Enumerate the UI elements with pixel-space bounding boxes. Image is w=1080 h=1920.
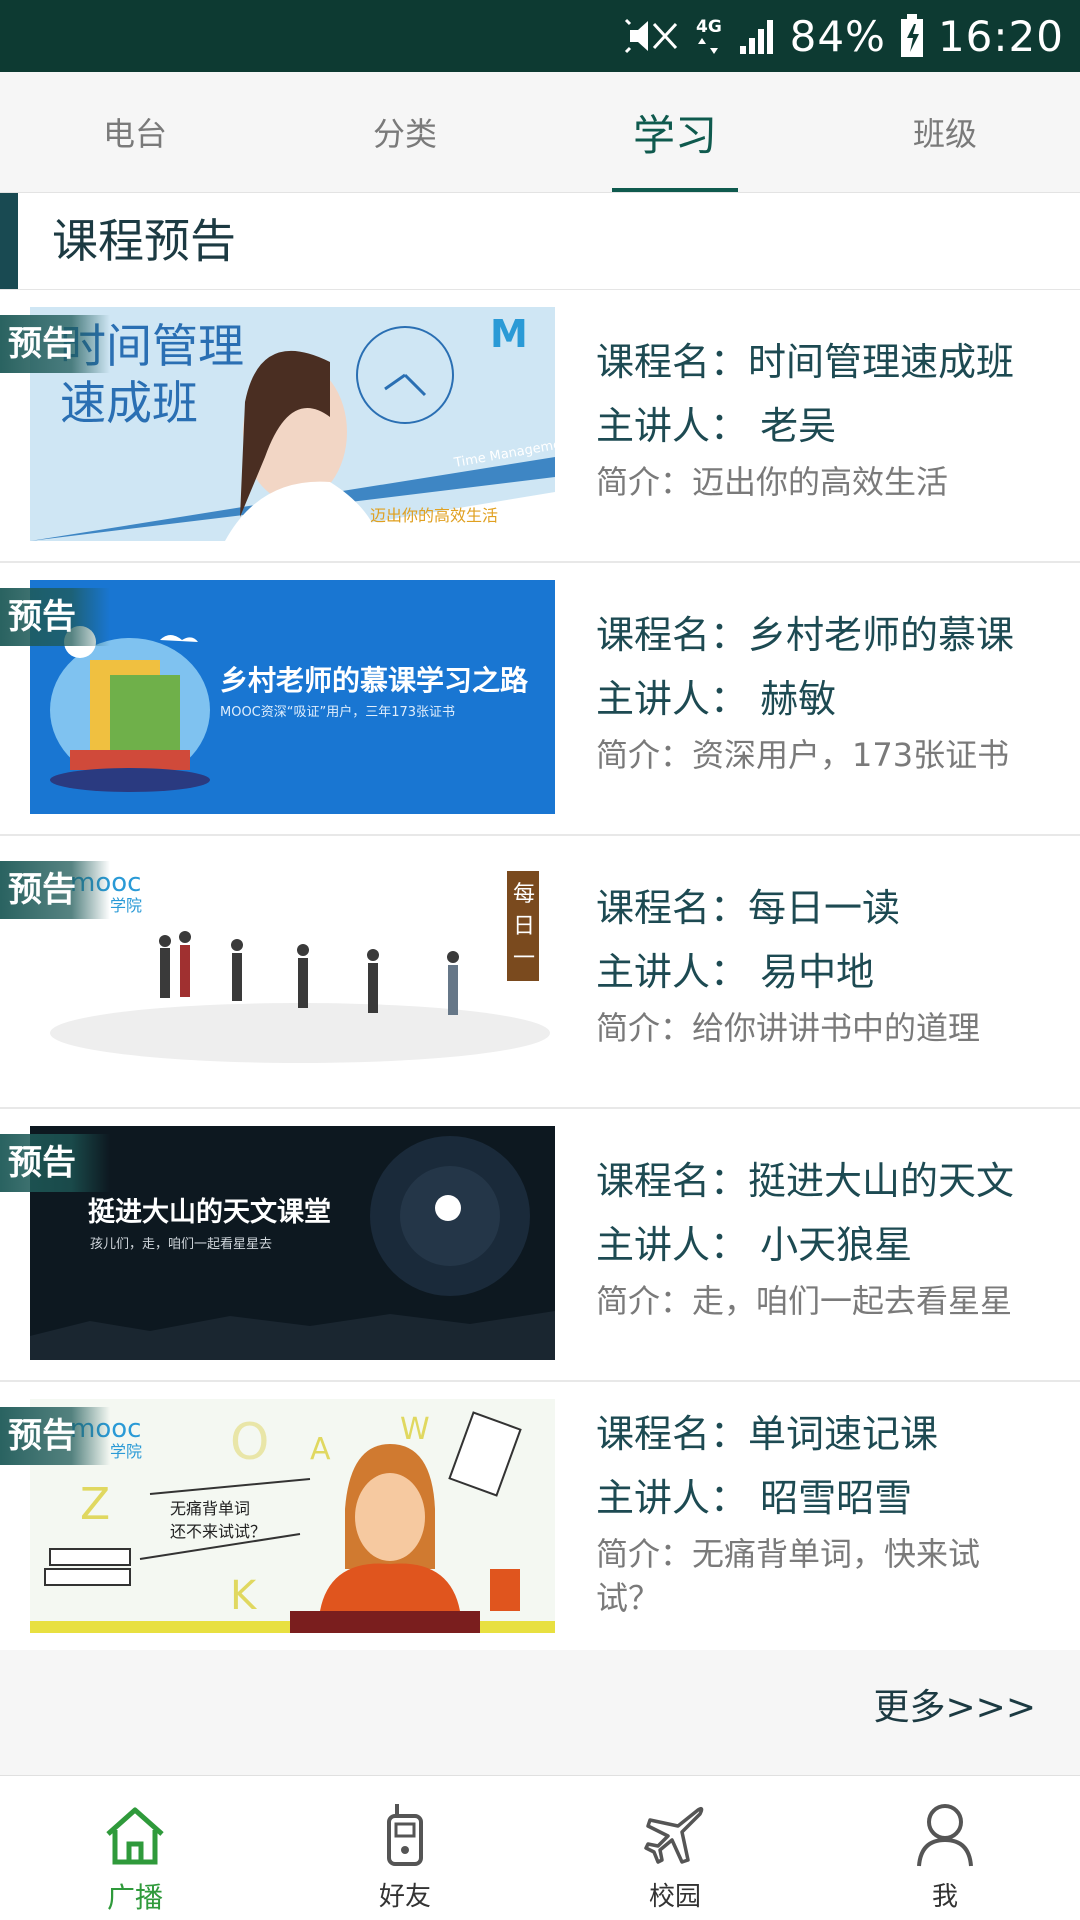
home-icon bbox=[106, 1807, 164, 1865]
svg-text:A: A bbox=[310, 1432, 331, 1467]
course-teacher: 主讲人： 赫敏 bbox=[596, 677, 837, 721]
course-name: 课程名：挺进大山的天文 bbox=[596, 1159, 1015, 1203]
course-item[interactable]: 时间管理 速成班 M Time Management 迈出你的高效生活 预告 课… bbox=[0, 290, 1080, 563]
nav-label: 我 bbox=[931, 1882, 958, 1912]
course-item[interactable]: 乡村老师的慕课学习之路 MOOC资深“吸证”用户，三年173张证书 预告 课程名… bbox=[0, 563, 1080, 836]
course-teacher: 主讲人： 小天狼星 bbox=[596, 1223, 913, 1267]
course-name: 课程名：乡村老师的慕课 bbox=[596, 613, 1015, 657]
course-item[interactable]: mooc 学院 O A W Z K 无痛背单词 还不来试试？ 预告 bbox=[0, 1382, 1080, 1655]
nav-me[interactable]: 我 bbox=[810, 1776, 1080, 1920]
section-header: 课程预告 bbox=[0, 193, 1080, 290]
clock: 16:20 bbox=[937, 11, 1064, 61]
network-label: 4G bbox=[696, 17, 722, 37]
signal-icon bbox=[739, 20, 773, 54]
mute-icon bbox=[624, 18, 677, 54]
nav-label: 广播 bbox=[106, 1881, 163, 1914]
more-row: 更多>>> bbox=[0, 1650, 1080, 1776]
thumb-logo-sub: 学院 bbox=[110, 1442, 142, 1461]
thumb-subtitle: 迈出你的高效生活 bbox=[370, 506, 498, 525]
thumb-bubble-1: 无痛背单词 bbox=[170, 1499, 250, 1518]
preview-badge: 预告 bbox=[0, 861, 110, 919]
thumb-subtitle: 孩儿们，走，咱们一起看星星去 bbox=[90, 1236, 272, 1252]
course-intro: 简介：无痛背单词，快来试试？ bbox=[596, 1535, 981, 1617]
svg-text:Z: Z bbox=[80, 1479, 110, 1530]
thumb-title: 乡村老师的慕课学习之路 bbox=[220, 664, 529, 697]
nav-friends[interactable]: 好友 bbox=[270, 1776, 540, 1920]
course-list: 时间管理 速成班 M Time Management 迈出你的高效生活 预告 课… bbox=[0, 290, 1080, 1655]
svg-text:K: K bbox=[230, 1573, 258, 1619]
thumb-logo-sub: 学院 bbox=[110, 896, 142, 915]
nav-broadcast[interactable]: 广播 bbox=[0, 1776, 270, 1920]
person-icon bbox=[917, 1804, 973, 1867]
course-intro: 简介：给你讲讲书中的道理 bbox=[596, 1009, 981, 1047]
course-info: 课程名：时间管理速成班 主讲人： 老吴 简介：迈出你的高效生活 bbox=[596, 330, 1066, 504]
course-name: 课程名：单词速记课 bbox=[596, 1412, 939, 1456]
course-name: 课程名：每日一读 bbox=[596, 886, 901, 930]
course-info: 课程名：每日一读 主讲人： 易中地 简介：给你讲讲书中的道理 bbox=[596, 876, 1066, 1050]
course-item[interactable]: 挺进大山的天文课堂 孩儿们，走，咱们一起看星星去 预告 课程名：挺进大山的天文 … bbox=[0, 1109, 1080, 1382]
course-teacher: 主讲人： 老吴 bbox=[596, 404, 837, 448]
battery-percent: 84% bbox=[789, 11, 886, 61]
tab-category[interactable]: 分类 bbox=[270, 72, 540, 192]
nav-label: 好友 bbox=[378, 1882, 431, 1912]
course-item[interactable]: mooc 学院 每 日 一 预告 课程名：每日一读 主讲人： 易中地 简 bbox=[0, 836, 1080, 1109]
nav-label: 校园 bbox=[648, 1882, 701, 1912]
thumb-subtitle: MOOC资深“吸证”用户，三年173张证书 bbox=[220, 704, 455, 720]
battery-icon bbox=[900, 14, 923, 57]
status-bar: 4G 84% 16:20 bbox=[0, 0, 1080, 72]
course-intro: 简介：走，咱们一起去看星星 bbox=[596, 1282, 1013, 1320]
preview-badge: 预告 bbox=[0, 1407, 110, 1465]
thumb-title: 挺进大山的天文课堂 bbox=[88, 1196, 331, 1228]
thumb-logo: M bbox=[490, 312, 528, 356]
preview-badge: 预告 bbox=[0, 588, 110, 646]
course-intro: 简介：资深用户，173张证书 bbox=[596, 736, 1010, 774]
svg-text:一: 一 bbox=[513, 946, 535, 971]
airplane-icon bbox=[644, 1806, 704, 1864]
thumb-tag: 每 bbox=[513, 882, 535, 907]
preview-badge: 预告 bbox=[0, 315, 110, 373]
tab-radio[interactable]: 电台 bbox=[0, 72, 270, 192]
bottom-nav: 广播 好友 校园 我 bbox=[0, 1776, 1080, 1920]
tab-class[interactable]: 班级 bbox=[810, 72, 1080, 192]
section-accent-bar bbox=[0, 193, 18, 289]
network-4g-icon: 4G bbox=[696, 17, 722, 54]
course-intro: 简介：迈出你的高效生活 bbox=[596, 463, 949, 501]
more-link[interactable]: 更多>>> bbox=[874, 1678, 1037, 1730]
thumb-title-2: 速成班 bbox=[60, 376, 198, 430]
tab-study[interactable]: 学习 bbox=[540, 72, 810, 192]
svg-text:W: W bbox=[400, 1412, 430, 1447]
walkie-talkie-icon bbox=[387, 1804, 423, 1866]
course-info: 课程名：乡村老师的慕课 主讲人： 赫敏 简介：资深用户，173张证书 bbox=[596, 603, 1066, 777]
nav-campus[interactable]: 校园 bbox=[540, 1776, 810, 1920]
thumb-bubble-2: 还不来试试？ bbox=[170, 1522, 266, 1541]
course-name: 课程名：时间管理速成班 bbox=[596, 340, 1015, 384]
course-info: 课程名：单词速记课 主讲人： 昭雪昭雪 简介：无痛背单词，快来试试？ bbox=[596, 1402, 1066, 1620]
course-teacher: 主讲人： 易中地 bbox=[596, 950, 875, 994]
preview-badge: 预告 bbox=[0, 1134, 110, 1192]
section-title: 课程预告 bbox=[52, 214, 236, 268]
svg-text:日: 日 bbox=[513, 914, 535, 939]
status-icons: 4G 84% 16:20 bbox=[624, 0, 1064, 72]
course-info: 课程名：挺进大山的天文 主讲人： 小天狼星 简介：走，咱们一起去看星星 bbox=[596, 1149, 1066, 1323]
course-teacher: 主讲人： 昭雪昭雪 bbox=[596, 1476, 913, 1520]
top-tabs: 电台 分类 学习 班级 bbox=[0, 72, 1080, 193]
svg-text:O: O bbox=[230, 1413, 269, 1471]
